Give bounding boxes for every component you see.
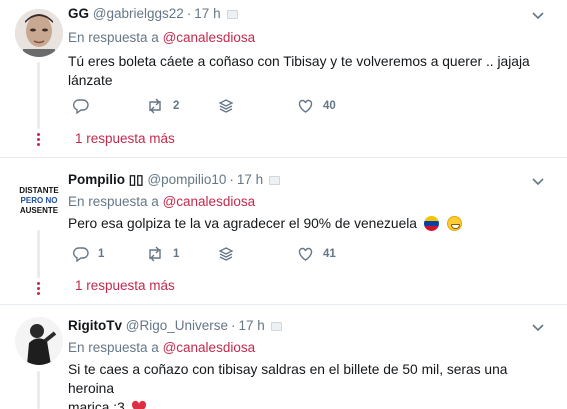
retweet-button[interactable]: 2: [146, 97, 179, 115]
reply-mention-link[interactable]: @canalesdiosa: [163, 194, 256, 209]
reply-context: En respuesta a @canalesdiosa: [68, 193, 255, 211]
dm-button[interactable]: [218, 245, 234, 263]
timestamp[interactable]: 17 h: [194, 6, 220, 21]
retweet-button[interactable]: 1: [146, 245, 179, 263]
avatar-text: AUSENTE: [20, 206, 59, 215]
thread-dot: [37, 282, 40, 285]
tweet-text: Pero esa golpiza te la va agradecer el 9…: [68, 214, 548, 233]
avatar[interactable]: DISTANTE PERO NO AUSENTE: [15, 177, 63, 225]
avatar-photo: [15, 317, 63, 365]
layers-icon: [218, 247, 234, 261]
reply-icon: [73, 247, 89, 262]
translate-icon: [270, 321, 282, 331]
tweet-text-line: Pero esa golpiza te la va agradecer el 9…: [68, 216, 417, 231]
avatar[interactable]: [15, 9, 63, 57]
reply-button[interactable]: 1: [73, 245, 104, 263]
display-name[interactable]: Pompilio ▯▯: [68, 172, 144, 187]
avatar[interactable]: [15, 317, 63, 365]
tweet-text-line: Si te caes a coñazo con tibisay saldras …: [68, 362, 508, 396]
tweet-text-line: lánzate: [68, 73, 113, 88]
tweet-2[interactable]: DISTANTE PERO NO AUSENTE Pompilio ▯▯ @po…: [0, 158, 567, 304]
thread-dot: [37, 292, 40, 295]
reply-count: 1: [98, 248, 105, 260]
thread-dot: [37, 287, 40, 290]
reply-button[interactable]: [73, 97, 98, 115]
retweet-count: 1: [173, 248, 180, 260]
tweet-text-line: marica :3: [68, 400, 125, 409]
dm-button[interactable]: [218, 97, 234, 115]
layers-icon: [218, 99, 234, 113]
timestamp[interactable]: 17 h: [237, 172, 263, 187]
avatar-photo: [15, 9, 63, 57]
reply-prefix: En respuesta a: [68, 340, 159, 355]
tweet-actions: 1 1 41: [68, 245, 388, 263]
tweet-text: Tú eres boleta cáete a coñaso con Tibisa…: [68, 52, 548, 90]
reply-context: En respuesta a @canalesdiosa: [68, 339, 255, 357]
avatar-text: DISTANTE: [19, 186, 59, 195]
thread-dot: [37, 138, 40, 141]
chevron-down-icon[interactable]: [531, 9, 545, 23]
like-button[interactable]: 40: [297, 97, 336, 115]
thread-dot: [37, 143, 40, 146]
avatar-logo: DISTANTE PERO NO AUSENTE: [15, 177, 63, 225]
like-count: 40: [323, 100, 336, 112]
translate-icon: [269, 175, 281, 185]
thread-line: [37, 62, 40, 129]
thread-line: [37, 230, 40, 278]
tweet-1[interactable]: GG @gabrielggs22 · 17 h En respuesta a @ca…: [0, 0, 567, 157]
tweet-3[interactable]: RigitoTv @Rigo_Universe · 17 h En respuest…: [0, 305, 567, 409]
retweet-icon: [149, 246, 161, 262]
tweet-header: Pompilio ▯▯ @pompilio10 · 17 h: [68, 171, 281, 189]
show-more-replies-link[interactable]: 1 respuesta más: [75, 277, 175, 295]
reply-icon: [73, 99, 89, 114]
tweet-text-line: Tú eres boleta cáete a coñaso con Tibisa…: [68, 54, 530, 69]
tweet-text: Si te caes a coñazo con tibisay saldras …: [68, 360, 548, 409]
separator-dot: ·: [231, 318, 236, 333]
tweet-actions: 2 40: [68, 97, 388, 115]
timestamp[interactable]: 17 h: [239, 318, 265, 333]
chevron-down-icon[interactable]: [531, 175, 545, 189]
display-name[interactable]: GG: [68, 6, 89, 21]
like-button[interactable]: 41: [297, 245, 336, 263]
tweet-header: RigitoTv @Rigo_Universe · 17 h: [68, 317, 282, 335]
chevron-down-icon[interactable]: [531, 321, 545, 335]
avatar-text: PERO NO: [21, 196, 58, 205]
grinning-face-emoji: [446, 216, 462, 231]
reply-prefix: En respuesta a: [68, 194, 159, 209]
separator-dot: ·: [229, 172, 234, 187]
user-handle[interactable]: @Rigo_Universe: [126, 318, 228, 333]
retweet-count: 2: [173, 100, 180, 112]
separator-dot: ·: [186, 6, 192, 21]
heart-icon: [298, 247, 313, 261]
reply-mention-link[interactable]: @canalesdiosa: [163, 30, 256, 45]
reply-mention-link[interactable]: @canalesdiosa: [163, 340, 256, 355]
user-handle[interactable]: @pompilio10: [147, 172, 226, 187]
user-handle[interactable]: @gabrielggs22: [93, 6, 184, 21]
translate-icon: [226, 9, 238, 19]
reply-context: En respuesta a @canalesdiosa: [68, 29, 255, 47]
retweet-icon: [149, 98, 161, 114]
reply-prefix: En respuesta a: [68, 30, 159, 45]
red-heart-emoji: [131, 400, 146, 409]
like-count: 41: [323, 248, 336, 260]
tweet-header: GG @gabrielggs22 · 17 h: [68, 5, 238, 23]
show-more-replies-link[interactable]: 1 respuesta más: [75, 130, 175, 148]
heart-icon: [298, 99, 313, 113]
thread-line: [37, 371, 40, 409]
thread-dot: [37, 133, 40, 136]
venezuela-flag-emoji: [423, 216, 439, 231]
display-name[interactable]: RigitoTv: [68, 318, 122, 333]
